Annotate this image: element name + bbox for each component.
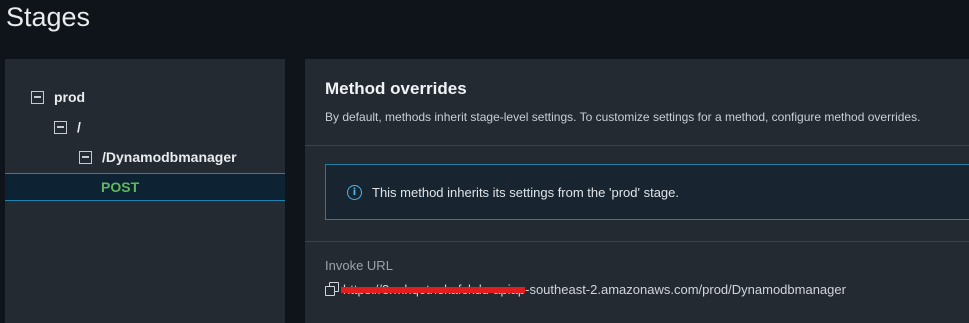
tree-item-dynamodbmanager[interactable]: /Dynamodbmanager: [5, 143, 285, 171]
tree-item-label: POST: [101, 179, 140, 195]
tree-item-label: /Dynamodbmanager: [102, 149, 237, 165]
info-icon: i: [347, 184, 362, 200]
resource-tree-panel: prod / /Dynamodbmanager POST: [5, 59, 285, 323]
invoke-url-label: Invoke URL: [325, 258, 393, 273]
collapse-icon[interactable]: [31, 90, 44, 104]
redaction-mark: [341, 286, 526, 293]
panel-title: Method overrides: [325, 79, 467, 98]
panel-header: Method overrides By default, methods inh…: [305, 59, 969, 146]
panel-description: By default, methods inherit stage-level …: [325, 110, 921, 124]
tree-item-prod[interactable]: prod: [5, 83, 285, 111]
info-message: This method inherits its settings from t…: [372, 184, 679, 200]
collapse-icon[interactable]: [79, 150, 92, 164]
info-alert: i This method inherits its settings from…: [325, 164, 969, 220]
method-overrides-panel: Method overrides By default, methods inh…: [305, 59, 969, 323]
collapse-icon[interactable]: [54, 120, 67, 134]
tree-item-root[interactable]: /: [5, 113, 285, 141]
page-title: Stages: [6, 2, 91, 32]
invoke-url: https://3rmhqotnekafckdu-apiap -southeas…: [325, 280, 846, 298]
invoke-url-text[interactable]: -southeast-2.amazonaws.com/prod/Dynamodb…: [525, 282, 846, 297]
copy-icon[interactable]: [325, 282, 339, 296]
divider: [305, 241, 969, 242]
invoke-url-redacted: https://3rmhqotnekafckdu-apiap: [341, 282, 526, 297]
tree-item-label: /: [77, 119, 81, 135]
tree-item-post[interactable]: POST: [5, 173, 285, 201]
tree-item-label: prod: [54, 89, 86, 105]
